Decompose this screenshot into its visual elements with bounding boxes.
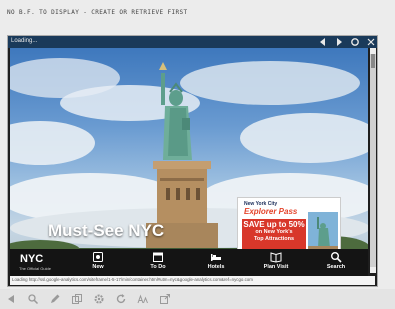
todo-icon (153, 252, 163, 262)
back-icon[interactable] (318, 37, 328, 47)
back-arrow-icon[interactable] (5, 293, 17, 305)
refresh-icon[interactable] (115, 293, 127, 305)
nav-search-label: Search (326, 264, 346, 270)
refresh-icon[interactable] (350, 37, 360, 47)
web-viewport[interactable]: Must-See NYC New York City Explorer Pass… (10, 48, 368, 273)
settings-icon[interactable] (93, 293, 105, 305)
copy-icon[interactable] (71, 293, 83, 305)
status-message: NO B.F. TO DISPLAY - CREATE OR RETRIEVE … (7, 9, 188, 16)
ad-line1: on New York's (255, 229, 293, 235)
nav-new[interactable]: New (78, 251, 118, 275)
ad-save: SAVE up to 50% (243, 220, 305, 229)
nav-hotels-label: Hotels (207, 264, 225, 270)
browser-status-bar: Loading http://ssl.google-analytics.com/… (10, 276, 375, 285)
nyc-logo-subtitle: The Official Guide (19, 266, 51, 271)
book-icon (270, 252, 282, 263)
open-external-icon[interactable] (159, 293, 171, 305)
browser-window: Loading... Must-See NYC New York City Ex… (7, 35, 378, 287)
bottom-toolbar (0, 289, 395, 309)
pen-icon[interactable] (49, 293, 61, 305)
ad-brand: Explorer Pass (244, 207, 298, 216)
nav-plan-visit[interactable]: Plan Visit (256, 251, 296, 275)
close-icon[interactable] (366, 37, 376, 47)
new-icon (93, 252, 103, 262)
ad-promo: SAVE up to 50% on New York's Top Attract… (242, 219, 306, 251)
nyc-logo[interactable]: NYC (20, 253, 43, 265)
site-nav-bar: NYC The Official Guide New To Do Hotels … (10, 249, 368, 276)
nav-hotels[interactable]: Hotels (196, 251, 236, 275)
scrollbar[interactable] (370, 48, 376, 273)
nav-search[interactable]: Search (316, 251, 356, 275)
bed-icon (211, 254, 221, 261)
forward-icon[interactable] (334, 37, 344, 47)
status-text: Loading http://ssl.google-analytics.com/… (12, 277, 253, 282)
search-icon[interactable] (27, 293, 39, 305)
browser-title: Loading... (11, 38, 38, 44)
nav-new-label: New (92, 264, 104, 270)
scroll-thumb[interactable] (371, 54, 375, 68)
nav-todo[interactable]: To Do (138, 251, 178, 275)
hero-title: Must-See NYC (48, 221, 165, 240)
search-icon (331, 252, 342, 263)
nav-todo-label: To Do (150, 264, 166, 270)
explorer-pass-ad[interactable]: New York City Explorer Pass SAVE up to 5… (237, 197, 341, 253)
ad-line2: Top Attractions (253, 236, 295, 242)
browser-titlebar: Loading... (8, 36, 377, 48)
text-size-icon[interactable] (137, 293, 149, 305)
ad-statue-image (308, 212, 338, 252)
scroll-down-button[interactable] (370, 267, 376, 273)
nav-plan-visit-label: Plan Visit (263, 264, 289, 270)
